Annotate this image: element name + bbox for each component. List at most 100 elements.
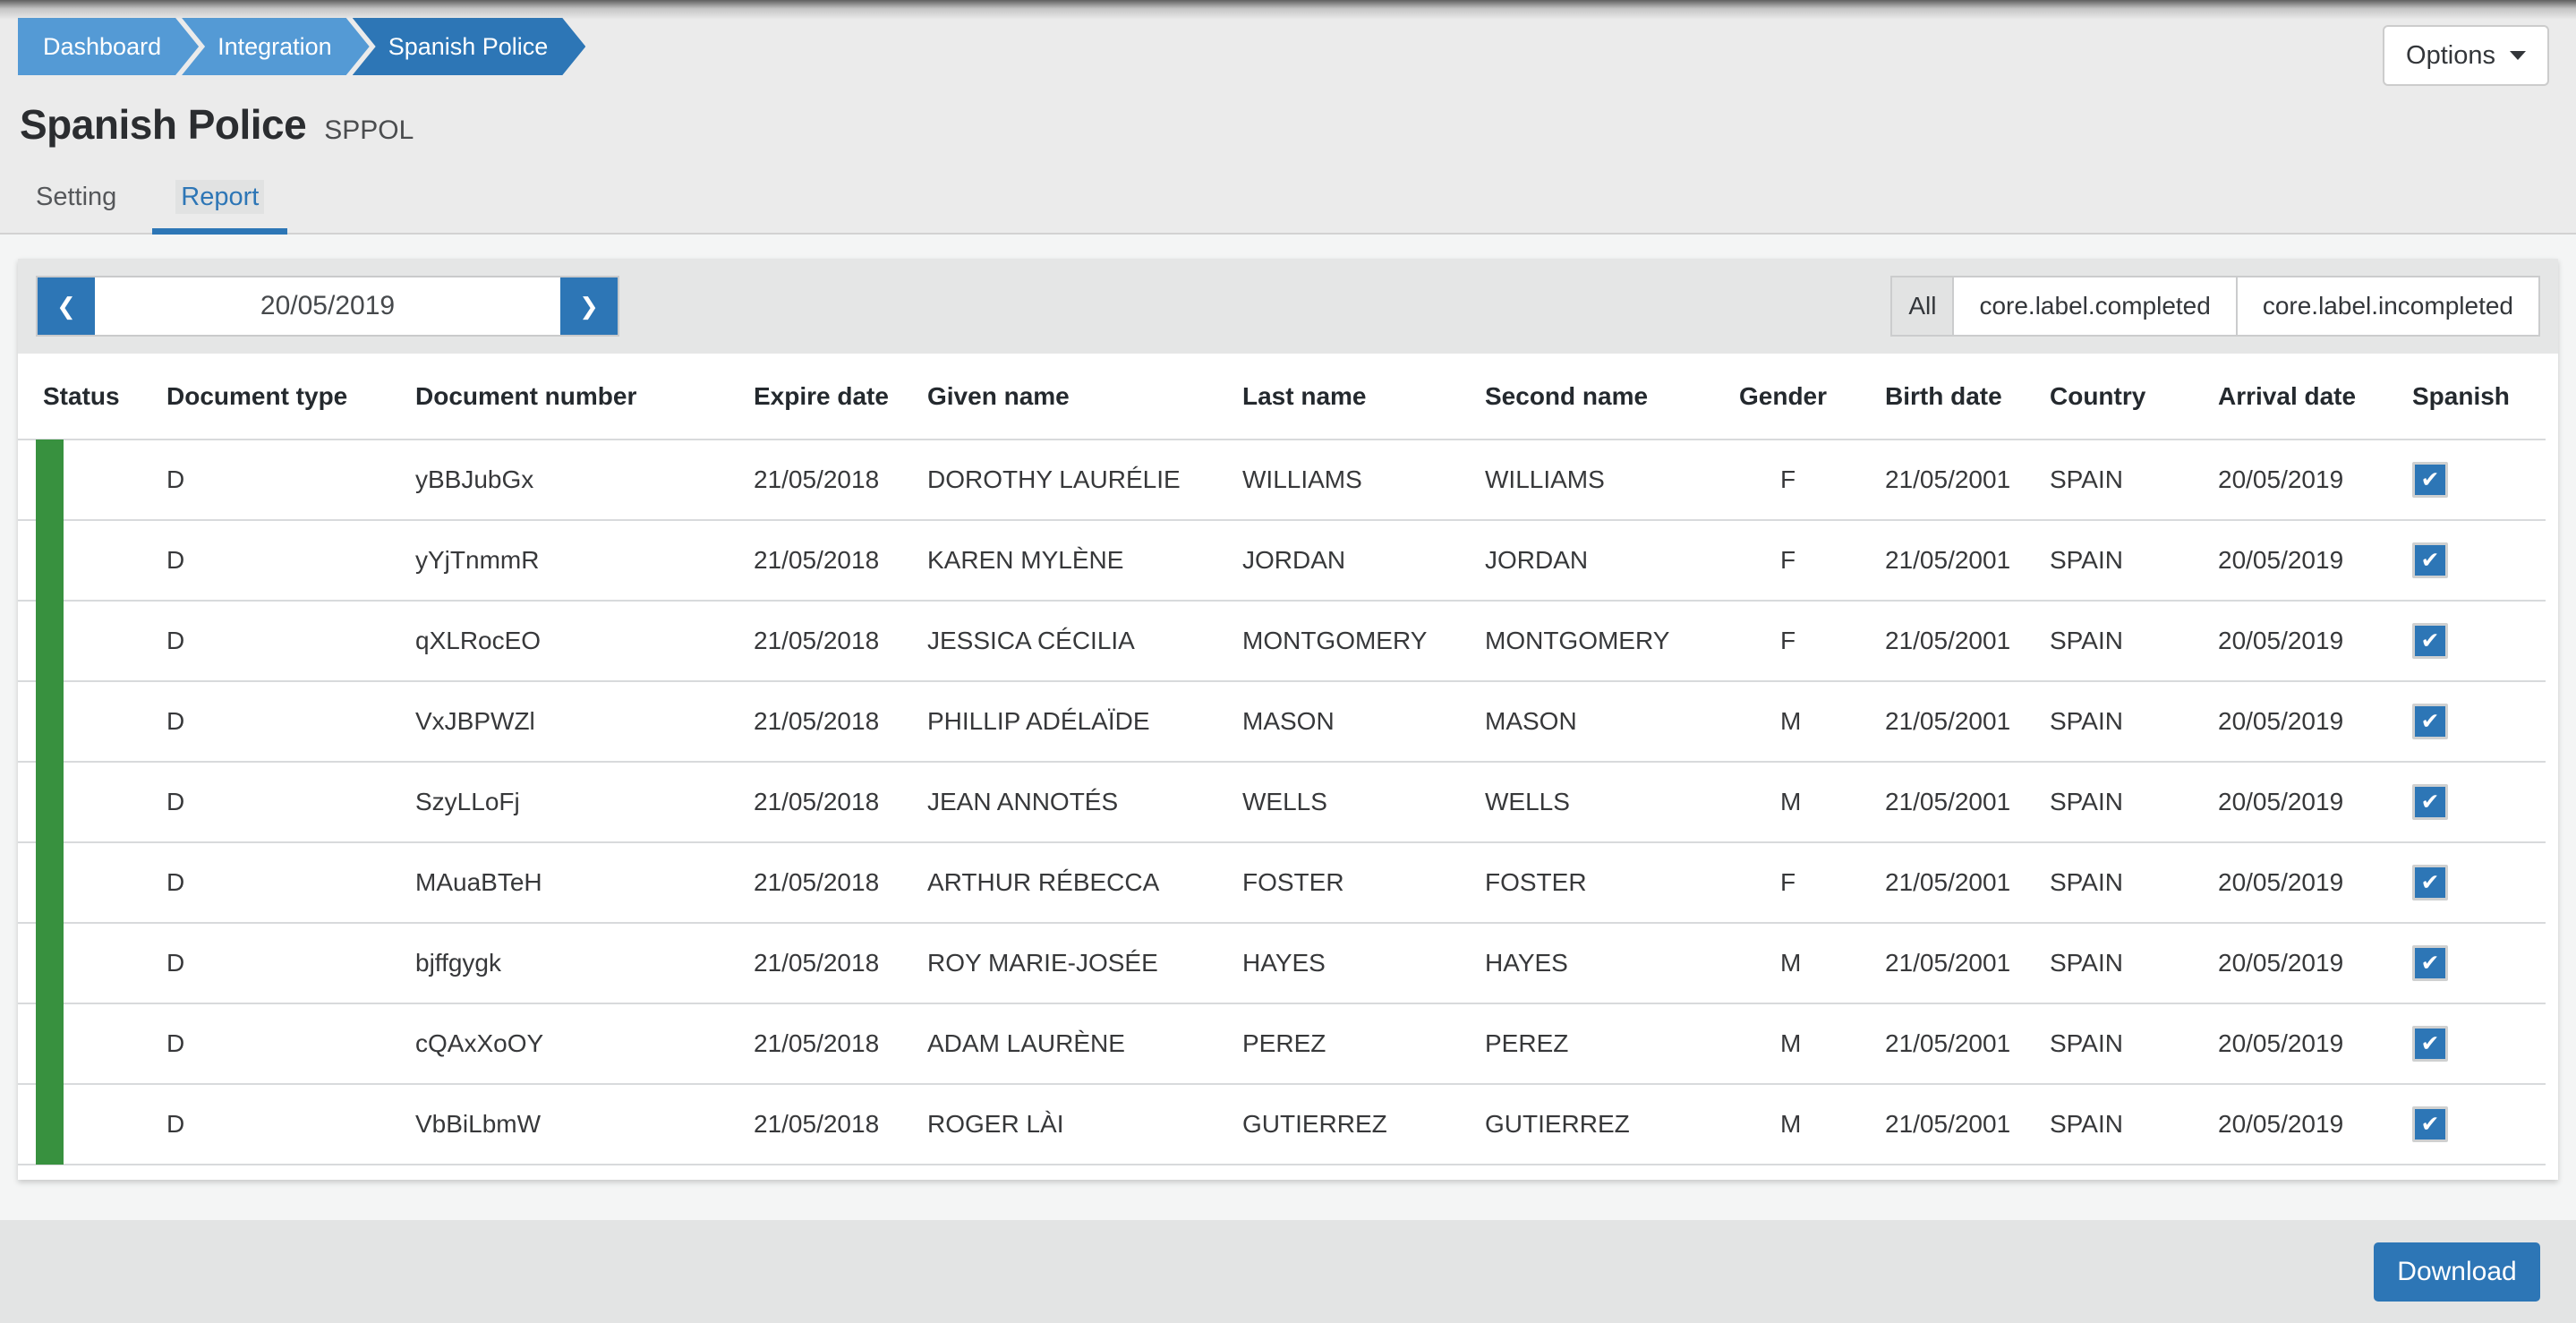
options-button[interactable]: Options [2383, 25, 2549, 86]
column-header-status: Status [18, 354, 166, 440]
cell-given-name: ROGER LÀI [927, 1084, 1242, 1165]
cell-expire-date: 21/05/2018 [754, 520, 927, 601]
cell-arrival-date: 20/05/2019 [2218, 601, 2412, 681]
table-row: DyBBJubGx21/05/2018DOROTHY LAURÉLIEWILLI… [18, 440, 2546, 520]
cell-gender: F [1739, 440, 1885, 520]
filter-button-all[interactable]: All [1890, 276, 1954, 337]
spanish-checkbox[interactable]: ✔ [2412, 542, 2448, 578]
cell-gender: F [1739, 520, 1885, 601]
cell-birth-date: 21/05/2001 [1885, 681, 2050, 762]
cell-document-type: D [166, 440, 415, 520]
column-header-document-number: Document number [415, 354, 754, 440]
breadcrumb-item-dashboard[interactable]: Dashboard [18, 18, 199, 75]
cell-second-name: HAYES [1485, 923, 1739, 1003]
chevron-right-icon: ❯ [579, 293, 599, 320]
cell-document-number: cQAxXoOY [415, 1003, 754, 1084]
cell-second-name: JORDAN [1485, 520, 1739, 601]
cell-given-name: JESSICA CÉCILIA [927, 601, 1242, 681]
cell-given-name: DOROTHY LAURÉLIE [927, 440, 1242, 520]
page-footer: Download [0, 1220, 2576, 1323]
cell-gender: M [1739, 1084, 1885, 1165]
cell-spanish: ✔ [2412, 923, 2546, 1003]
table-body: DyBBJubGx21/05/2018DOROTHY LAURÉLIEWILLI… [18, 440, 2546, 1165]
cell-last-name: HAYES [1242, 923, 1485, 1003]
cell-country: SPAIN [2050, 440, 2218, 520]
chevron-down-icon [2510, 51, 2526, 60]
cell-country: SPAIN [2050, 601, 2218, 681]
cell-birth-date: 21/05/2001 [1885, 440, 2050, 520]
spanish-checkbox[interactable]: ✔ [2412, 1026, 2448, 1062]
cell-arrival-date: 20/05/2019 [2218, 1003, 2412, 1084]
spanish-checkbox[interactable]: ✔ [2412, 704, 2448, 739]
cell-document-type: D [166, 762, 415, 842]
cell-arrival-date: 20/05/2019 [2218, 842, 2412, 923]
cell-given-name: ARTHUR RÉBECCA [927, 842, 1242, 923]
spanish-checkbox[interactable]: ✔ [2412, 1106, 2448, 1142]
cell-country: SPAIN [2050, 762, 2218, 842]
table-row: DVbBiLbmW21/05/2018ROGER LÀIGUTIERREZGUT… [18, 1084, 2546, 1165]
cell-document-type: D [166, 1084, 415, 1165]
spanish-checkbox[interactable]: ✔ [2412, 462, 2448, 498]
spanish-checkbox[interactable]: ✔ [2412, 865, 2448, 900]
report-table-wrap: StatusDocument typeDocument numberExpire… [18, 354, 2558, 1180]
tab-report[interactable]: Report [152, 183, 287, 235]
cell-document-number: VbBiLbmW [415, 1084, 754, 1165]
status-filter-group: Allcore.label.completedcore.label.incomp… [1892, 276, 2540, 337]
cell-spanish: ✔ [2412, 1084, 2546, 1165]
status-indicator-bar [36, 440, 64, 1165]
cell-gender: F [1739, 601, 1885, 681]
cell-arrival-date: 20/05/2019 [2218, 520, 2412, 601]
spanish-checkbox[interactable]: ✔ [2412, 784, 2448, 820]
cell-document-number: yBBJubGx [415, 440, 754, 520]
report-card: ❮ ❯ Allcore.label.completedcore.label.in… [18, 259, 2558, 1180]
cell-spanish: ✔ [2412, 681, 2546, 762]
breadcrumb-item-integration[interactable]: Integration [182, 18, 370, 75]
page-subtitle: SPPOL [324, 115, 414, 146]
cell-second-name: GUTIERREZ [1485, 1084, 1739, 1165]
previous-date-button[interactable]: ❮ [38, 277, 95, 335]
date-input[interactable] [95, 277, 560, 335]
cell-expire-date: 21/05/2018 [754, 1003, 927, 1084]
cell-document-type: D [166, 681, 415, 762]
tab-bar: Setting Report [13, 183, 2576, 235]
filter-button-core-label-incompleted[interactable]: core.label.incompleted [2236, 276, 2540, 337]
cell-birth-date: 21/05/2001 [1885, 923, 2050, 1003]
column-header-arrival-date: Arrival date [2218, 354, 2412, 440]
filter-button-core-label-completed[interactable]: core.label.completed [1952, 276, 2237, 337]
page-title: Spanish Police [20, 100, 306, 149]
spanish-checkbox[interactable]: ✔ [2412, 945, 2448, 981]
download-button[interactable]: Download [2374, 1242, 2540, 1302]
cell-document-number: yYjTnmmR [415, 520, 754, 601]
cell-gender: M [1739, 762, 1885, 842]
cell-country: SPAIN [2050, 1003, 2218, 1084]
table-header-row: StatusDocument typeDocument numberExpire… [18, 354, 2546, 440]
cell-given-name: KAREN MYLÈNE [927, 520, 1242, 601]
tab-setting[interactable]: Setting [13, 183, 140, 235]
breadcrumb: DashboardIntegrationSpanish Police [18, 18, 2576, 75]
column-header-gender: Gender [1739, 354, 1885, 440]
tab-label-setting: Setting [36, 183, 116, 211]
column-header-spanish: Spanish [2412, 354, 2546, 440]
tab-label-report: Report [175, 180, 264, 214]
column-header-second-name: Second name [1485, 354, 1739, 440]
column-header-country: Country [2050, 354, 2218, 440]
cell-arrival-date: 20/05/2019 [2218, 923, 2412, 1003]
cell-gender: M [1739, 1003, 1885, 1084]
cell-document-number: VxJBPWZl [415, 681, 754, 762]
next-date-button[interactable]: ❯ [560, 277, 618, 335]
spanish-checkbox[interactable]: ✔ [2412, 623, 2448, 659]
cell-expire-date: 21/05/2018 [754, 762, 927, 842]
chevron-left-icon: ❮ [56, 293, 76, 320]
cell-arrival-date: 20/05/2019 [2218, 681, 2412, 762]
cell-birth-date: 21/05/2001 [1885, 520, 2050, 601]
cell-document-type: D [166, 601, 415, 681]
cell-spanish: ✔ [2412, 842, 2546, 923]
table-row: DqXLRocEO21/05/2018JESSICA CÉCILIAMONTGO… [18, 601, 2546, 681]
breadcrumb-item-spanish-police[interactable]: Spanish Police [353, 18, 586, 75]
cell-gender: M [1739, 681, 1885, 762]
cell-given-name: ADAM LAURÈNE [927, 1003, 1242, 1084]
cell-second-name: MONTGOMERY [1485, 601, 1739, 681]
cell-birth-date: 21/05/2001 [1885, 762, 2050, 842]
title-row: Spanish Police SPPOL [20, 100, 2576, 149]
cell-expire-date: 21/05/2018 [754, 923, 927, 1003]
